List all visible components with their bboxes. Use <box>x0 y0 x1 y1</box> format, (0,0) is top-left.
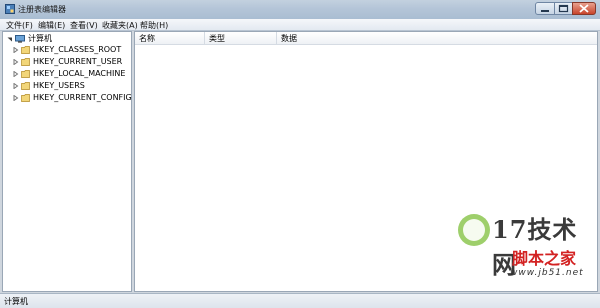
column-header-data[interactable]: 数据 <box>277 32 597 44</box>
tree-item-hklm[interactable]: HKEY_LOCAL_MACHINE <box>13 69 131 80</box>
expand-arrow-icon[interactable] <box>13 59 19 65</box>
expand-arrow-icon[interactable] <box>13 71 19 77</box>
tree-item-hkcu[interactable]: HKEY_CURRENT_USER <box>13 57 131 68</box>
expand-arrow-icon[interactable] <box>13 95 19 101</box>
menu-help[interactable]: 帮助(H) <box>140 20 168 31</box>
status-path: 计算机 <box>4 297 28 306</box>
tree-item-label: HKEY_LOCAL_MACHINE <box>33 69 126 78</box>
folder-icon <box>21 94 30 102</box>
tree-root-label: 计算机 <box>28 34 52 43</box>
site-watermark: 17技术网 脚本之家 www.jb51.net <box>450 205 590 295</box>
tree-item-hku[interactable]: HKEY_USERS <box>13 81 131 92</box>
registry-tree-pane[interactable]: 计算机 HKEY_CLASSES_ROOT HKEY_CURRENT_USER … <box>2 31 132 292</box>
tree-item-label: HKEY_CURRENT_USER <box>33 57 123 66</box>
folder-icon <box>21 82 30 90</box>
column-header-label: 数据 <box>281 34 297 43</box>
menu-edit[interactable]: 编辑(E) <box>38 20 65 31</box>
watermark-subtitle: 脚本之家 <box>512 249 577 268</box>
tree-item-hkcr[interactable]: HKEY_CLASSES_ROOT <box>13 45 131 56</box>
collapse-arrow-icon[interactable] <box>7 36 13 42</box>
menu-file[interactable]: 文件(F) <box>6 20 33 31</box>
folder-icon <box>21 58 30 66</box>
watermark-url: www.jb51.net <box>510 268 584 278</box>
maximize-icon <box>558 4 569 13</box>
maximize-button[interactable] <box>554 2 573 15</box>
column-header-label: 类型 <box>209 34 225 43</box>
minimize-icon <box>541 10 549 12</box>
regedit-app-icon <box>5 4 15 14</box>
tree-item-hkcc[interactable]: HKEY_CURRENT_CONFIG <box>13 93 132 104</box>
expand-arrow-icon[interactable] <box>13 83 19 89</box>
list-header: 名称 类型 数据 <box>135 32 597 45</box>
tree-root-computer[interactable]: 计算机 <box>7 34 127 45</box>
title-bar: 注册表编辑器 <box>0 0 600 19</box>
status-bar: 计算机 <box>0 293 600 308</box>
tree-item-label: HKEY_CURRENT_CONFIG <box>33 93 132 102</box>
folder-icon <box>21 70 30 78</box>
tree-item-label: HKEY_CLASSES_ROOT <box>33 45 122 54</box>
column-header-name[interactable]: 名称 <box>135 32 205 44</box>
close-icon <box>579 4 589 13</box>
expand-arrow-icon[interactable] <box>13 47 19 53</box>
menu-bar: 文件(F) 编辑(E) 查看(V) 收藏夹(A) 帮助(H) <box>0 19 600 31</box>
column-header-label: 名称 <box>139 34 155 43</box>
column-header-type[interactable]: 类型 <box>205 32 277 44</box>
folder-icon <box>21 46 30 54</box>
minimize-button[interactable] <box>535 2 555 15</box>
watermark-logo-icon <box>458 214 490 246</box>
close-button[interactable] <box>572 2 596 15</box>
window-title: 注册表编辑器 <box>18 5 66 14</box>
tree-item-label: HKEY_USERS <box>33 81 85 90</box>
menu-view[interactable]: 查看(V) <box>70 20 98 31</box>
menu-favorites[interactable]: 收藏夹(A) <box>102 20 138 31</box>
computer-icon <box>15 35 25 43</box>
